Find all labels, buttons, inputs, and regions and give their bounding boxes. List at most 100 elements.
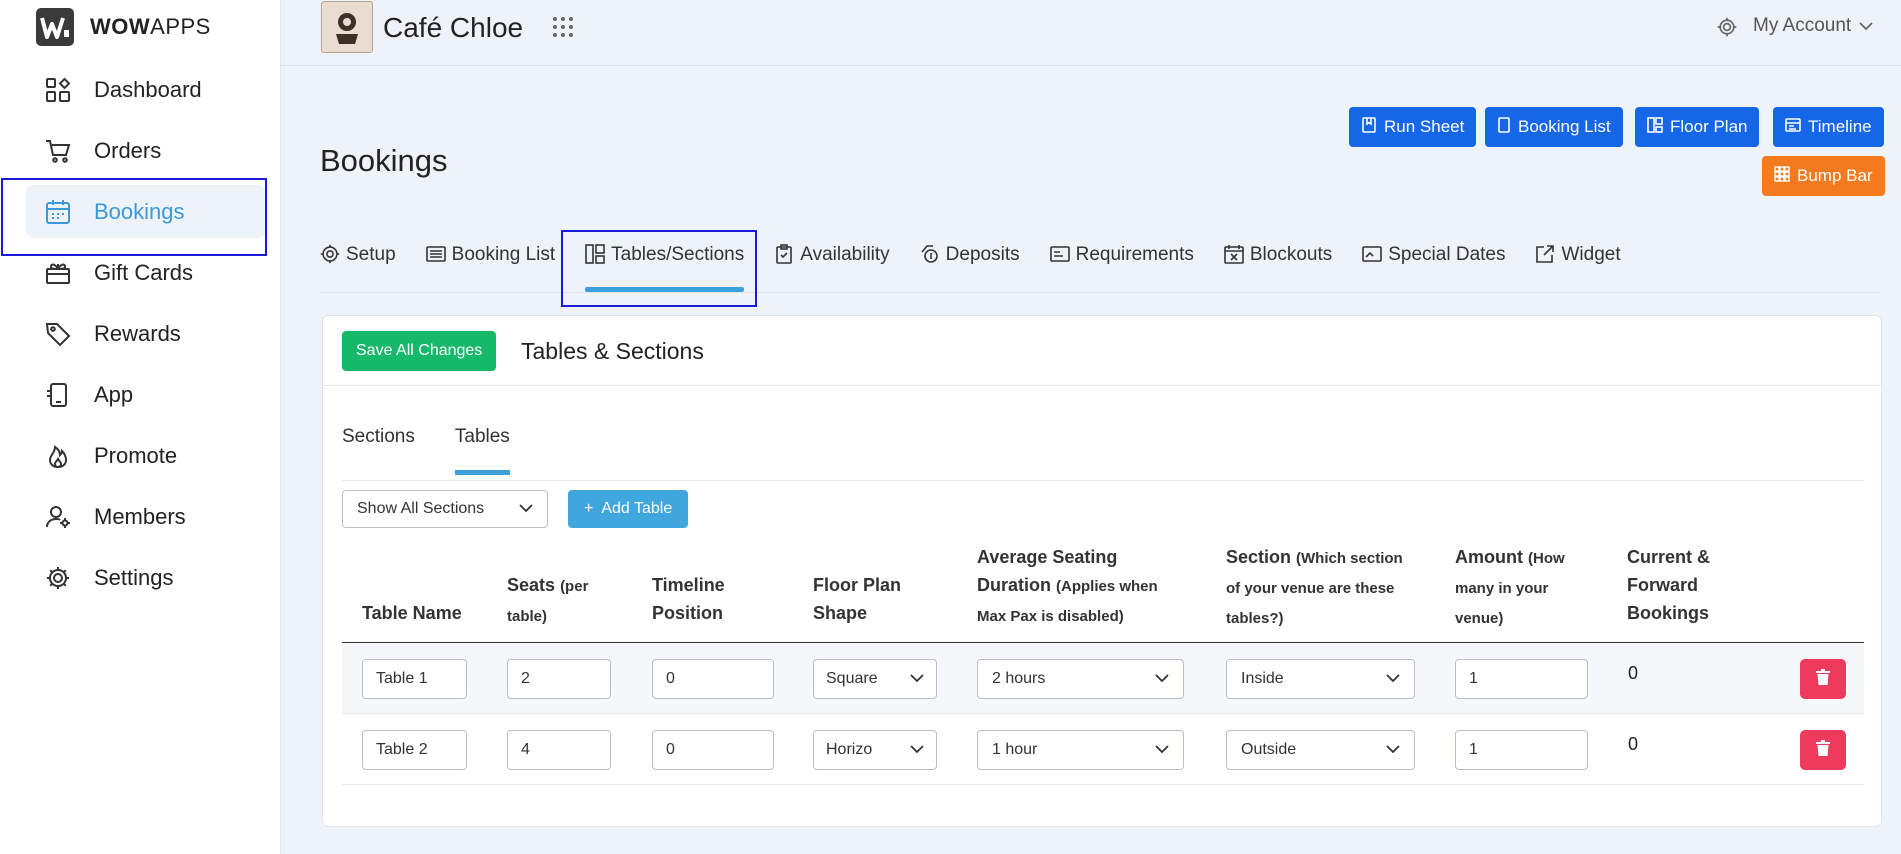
tab-availability[interactable]: Availability xyxy=(774,240,890,292)
run-sheet-button[interactable]: Run Sheet xyxy=(1349,107,1477,147)
layout-icon xyxy=(585,244,605,270)
section-filter-select[interactable]: Show All Sections xyxy=(342,490,548,528)
tab-label: Blockouts xyxy=(1249,244,1333,265)
sidebar-item-bookings[interactable]: Bookings xyxy=(26,185,266,238)
sidebar-item-gift-cards[interactable]: Gift Cards xyxy=(26,246,266,299)
tables-sections-card: Save All Changes Tables & Sections Secti… xyxy=(322,315,1882,827)
wowapps-logo-icon xyxy=(36,8,74,46)
delete-row-button[interactable] xyxy=(1800,659,1846,699)
seating-duration-select[interactable]: 1 hour xyxy=(977,730,1184,770)
bookings-tabs: Setup Booking List Tables/Sections Avail… xyxy=(320,240,1651,292)
timeline-label: Timeline xyxy=(1808,117,1872,136)
gear-icon xyxy=(320,244,340,270)
floor-plan-shape-select[interactable]: Square xyxy=(813,659,937,699)
tab-label: Special Dates xyxy=(1388,244,1506,265)
chevron-down-icon xyxy=(1386,741,1400,759)
calendar-icon xyxy=(44,198,72,226)
tab-label: Deposits xyxy=(945,244,1020,265)
seating-duration-select[interactable]: 2 hours xyxy=(977,659,1184,699)
col-header-timeline-position: Timeline Position xyxy=(652,575,725,623)
timeline-icon xyxy=(1785,117,1801,138)
tab-label: Booking List xyxy=(451,244,556,265)
booking-list-button[interactable]: Booking List xyxy=(1485,107,1623,147)
row-divider xyxy=(342,713,1864,714)
sidebar-item-dashboard[interactable]: Dashboard xyxy=(26,63,266,116)
tab-label: Tables/Sections xyxy=(611,244,745,265)
section-value: Inside xyxy=(1241,670,1284,687)
calendar-x-icon xyxy=(1224,244,1244,270)
card-header: Save All Changes Tables & Sections xyxy=(323,316,1881,386)
subtab-sections[interactable]: Sections xyxy=(342,426,415,475)
account-menu[interactable]: My Account xyxy=(1753,15,1873,37)
subtab-tables[interactable]: Tables xyxy=(454,426,510,475)
sidebar-item-label: Dashboard xyxy=(94,76,202,102)
tab-requirements[interactable]: Requirements xyxy=(1049,240,1194,292)
section-select[interactable]: Outside xyxy=(1226,730,1415,770)
timeline-position-input[interactable]: 0 xyxy=(652,730,774,770)
amount-input[interactable]: 1 xyxy=(1455,659,1588,699)
app-logo[interactable]: WOWAPPS xyxy=(36,8,211,46)
tab-tables-sections[interactable]: Tables/Sections xyxy=(585,240,745,292)
table-name-input[interactable]: Table 2 xyxy=(362,730,467,770)
bookings-count: 0 xyxy=(1628,663,1639,683)
chevron-down-icon xyxy=(1155,670,1169,688)
floor-plan-icon xyxy=(1647,116,1663,138)
table-name-input[interactable]: Table 1 xyxy=(362,659,467,699)
booking-list-label: Booking List xyxy=(1518,117,1611,136)
row-divider xyxy=(342,784,1864,785)
save-all-changes-button[interactable]: Save All Changes xyxy=(342,331,497,371)
apps-grid-icon[interactable] xyxy=(551,15,575,44)
sidebar-item-members[interactable]: Members xyxy=(26,490,266,543)
floor-plan-label: Floor Plan xyxy=(1670,117,1748,136)
chevron-down-icon xyxy=(519,500,533,518)
add-table-button[interactable]: + Add Table xyxy=(568,490,689,528)
top-bar: Café Chloe My Account xyxy=(281,0,1901,66)
tag-icon xyxy=(44,320,72,348)
tab-label: Setup xyxy=(346,244,396,265)
chevron-down-icon xyxy=(910,741,924,759)
subtabs-divider xyxy=(342,480,1864,481)
floor-plan-shape-select[interactable]: Horizo xyxy=(813,730,937,770)
id-card-icon xyxy=(1049,244,1070,270)
flame-icon xyxy=(44,442,72,470)
logo-text: WOWAPPS xyxy=(90,14,211,39)
tab-deposits[interactable]: Deposits xyxy=(920,240,1020,292)
dashboard-icon xyxy=(44,76,72,104)
delete-row-button[interactable] xyxy=(1800,730,1846,770)
section-value: Outside xyxy=(1241,741,1297,758)
section-select[interactable]: Inside xyxy=(1226,659,1415,699)
floor-plan-button[interactable]: Floor Plan xyxy=(1635,107,1760,147)
venue-logo[interactable] xyxy=(321,1,373,53)
amount-input[interactable]: 1 xyxy=(1455,730,1588,770)
sidebar-item-label: Orders xyxy=(94,137,162,163)
card-icon xyxy=(1362,244,1383,270)
bump-bar-button[interactable]: Bump Bar xyxy=(1762,156,1885,196)
sidebar-item-orders[interactable]: Orders xyxy=(26,124,266,177)
tab-booking-list[interactable]: Booking List xyxy=(425,240,556,292)
sidebar-item-rewards[interactable]: Rewards xyxy=(26,307,266,360)
sidebar-item-promote[interactable]: Promote xyxy=(26,429,266,482)
settings-gear-icon[interactable] xyxy=(1716,16,1738,43)
sidebar: WOWAPPS Dashboard Orders Bookings Gift C… xyxy=(0,0,281,854)
tab-widget[interactable]: Widget xyxy=(1535,240,1621,292)
tab-setup[interactable]: Setup xyxy=(320,240,396,292)
sidebar-item-app[interactable]: App xyxy=(26,368,266,421)
sidebar-item-label: Gift Cards xyxy=(94,259,194,285)
col-header-section: Section (Which section of your venue are … xyxy=(1226,547,1403,627)
shape-value: Horizo xyxy=(826,741,873,758)
external-link-icon xyxy=(1535,244,1555,270)
sidebar-nav: Dashboard Orders Bookings Gift Cards Rew… xyxy=(26,63,266,612)
seats-input[interactable]: 2 xyxy=(507,659,611,699)
timeline-position-input[interactable]: 0 xyxy=(652,659,774,699)
seats-input[interactable]: 4 xyxy=(507,730,611,770)
tab-special-dates[interactable]: Special Dates xyxy=(1362,240,1505,292)
sidebar-item-settings[interactable]: Settings xyxy=(26,551,266,604)
cart-icon xyxy=(44,137,72,165)
tab-blockouts[interactable]: Blockouts xyxy=(1224,240,1332,292)
list-icon xyxy=(425,244,446,270)
account-label: My Account xyxy=(1753,15,1852,36)
timeline-button[interactable]: Timeline xyxy=(1773,107,1884,147)
duration-value: 2 hours xyxy=(992,670,1046,687)
section-filter-value: Show All Sections xyxy=(357,500,485,517)
chevron-down-icon xyxy=(910,670,924,688)
